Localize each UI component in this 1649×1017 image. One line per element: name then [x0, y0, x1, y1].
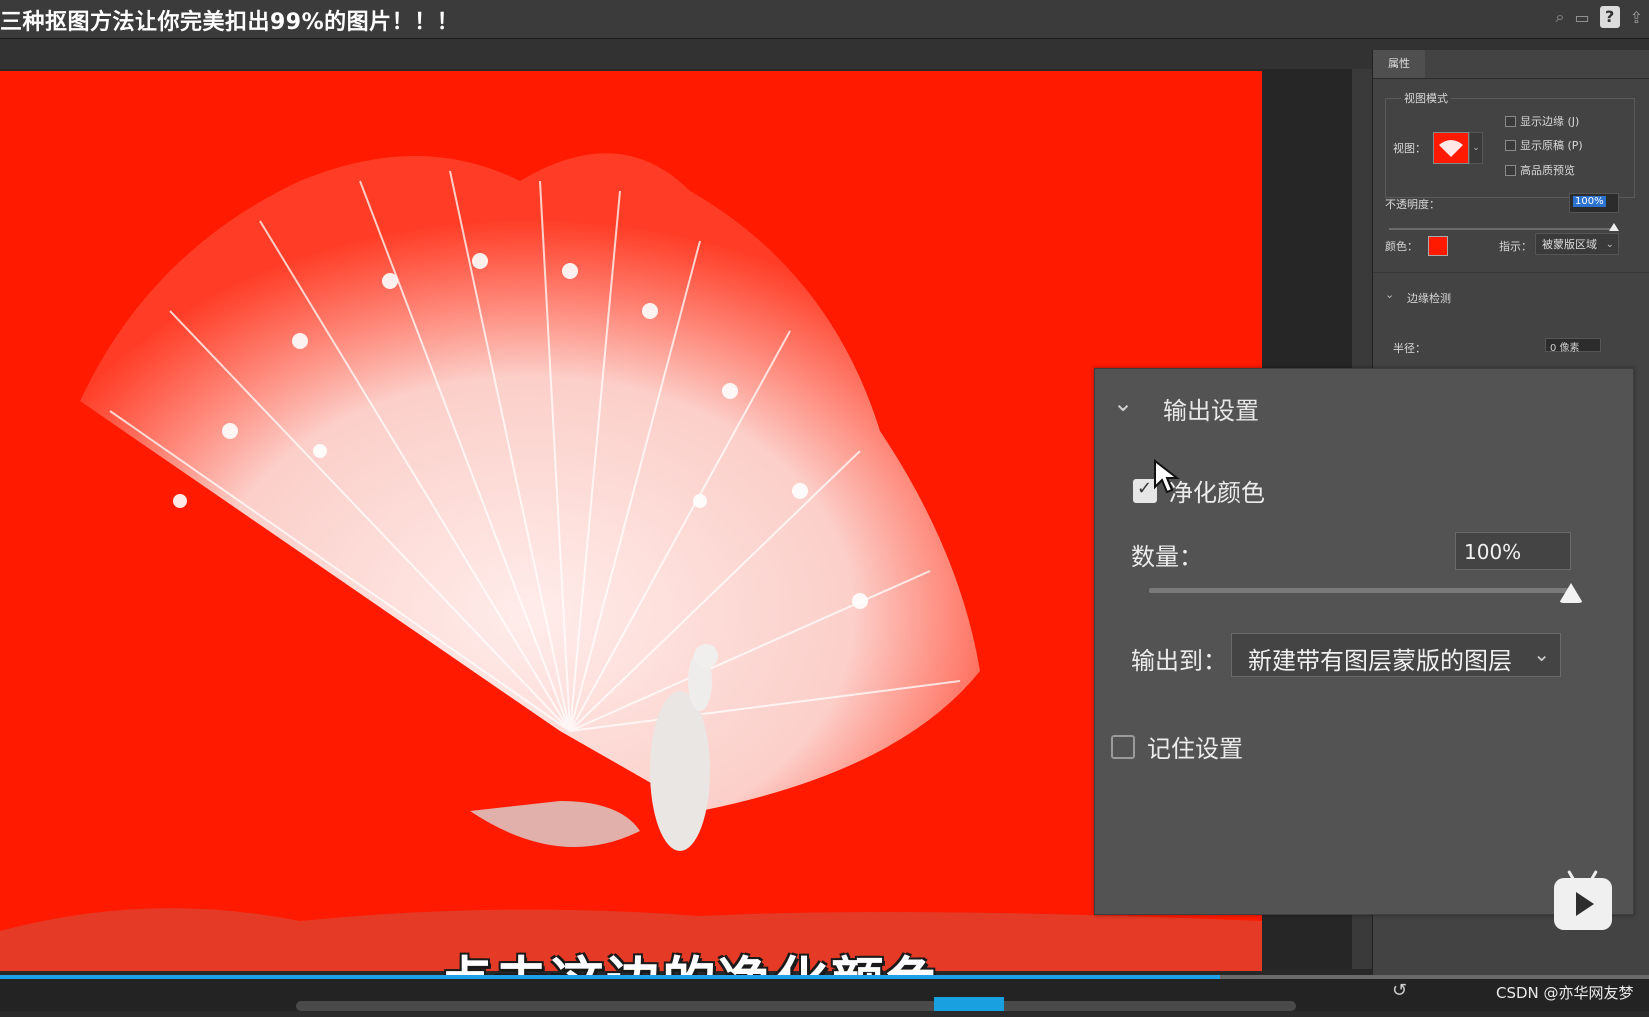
view-mode-label: 视图模式 — [1401, 90, 1451, 106]
radius-label: 半径： — [1393, 342, 1426, 355]
watermark: CSDN @亦华网友梦 — [1496, 984, 1634, 1002]
horizontal-scrollbar[interactable] — [296, 1001, 1296, 1011]
view-label: 视图： — [1393, 142, 1426, 155]
chevron-down-icon: ⌄ — [1605, 239, 1614, 250]
show-original-checkbox[interactable] — [1505, 140, 1516, 151]
output-settings-title: 输出设置 — [1163, 397, 1259, 425]
top-icons: ⌕ ▭ ? ⇪ — [1556, 6, 1643, 28]
show-edge-checkbox[interactable] — [1505, 116, 1516, 127]
opacity-value: 100% — [1573, 196, 1606, 207]
opacity-input[interactable]: 100% — [1569, 193, 1619, 213]
hq-preview-label: 高品质预览 — [1520, 164, 1575, 177]
chevron-down-icon[interactable]: ⌄ — [1113, 389, 1133, 417]
chevron-down-icon: ⌄ — [1533, 642, 1550, 666]
cursor-icon — [1154, 459, 1180, 494]
remember-label[interactable]: 记住设置 — [1147, 729, 1243, 764]
amount-slider-knob[interactable] — [1559, 583, 1583, 603]
play-icon[interactable] — [1554, 870, 1612, 930]
peacock-image — [0, 153, 1262, 971]
show-original-label: 显示原稿 (P) — [1520, 139, 1583, 152]
video-title: 三种抠图方法让你完美扣出99%的图片！！！ — [0, 10, 460, 35]
color-label: 颜色： — [1385, 240, 1418, 253]
tab-divider — [1373, 78, 1649, 79]
chevron-down-icon[interactable]: ⌄ — [1385, 288, 1394, 301]
output-to-select[interactable]: 新建带有图层蒙版的图层 ⌄ — [1231, 633, 1561, 677]
indicate-value: 被蒙版区域 — [1542, 238, 1597, 251]
remember-checkbox[interactable] — [1111, 735, 1135, 759]
opacity-slider-knob[interactable] — [1609, 223, 1619, 231]
chevron-down-icon[interactable]: ⌄ — [1469, 132, 1483, 164]
undo-icon[interactable]: ↺ — [1392, 980, 1407, 1001]
edge-detect-label[interactable]: 边缘检测 — [1407, 290, 1451, 306]
active-indicator — [934, 997, 1004, 1011]
hq-preview-checkbox[interactable] — [1505, 165, 1516, 176]
amount-slider-track[interactable] — [1149, 588, 1569, 593]
workspace-icon[interactable]: ▭ — [1574, 8, 1589, 27]
output-to-value: 新建带有图层蒙版的图层 — [1248, 647, 1512, 675]
decontaminate-label[interactable]: 净化颜色 — [1169, 473, 1265, 508]
amount-label: 数量： — [1131, 543, 1203, 571]
share-icon[interactable]: ⇪ — [1630, 8, 1643, 27]
search-icon[interactable]: ⌕ — [1556, 7, 1565, 27]
title-bar: 三种抠图方法让你完美扣出99%的图片！！！ ⌕ ▭ ? ⇪ — [0, 0, 1649, 39]
opacity-label: 不透明度： — [1385, 198, 1440, 211]
document-canvas[interactable] — [0, 71, 1262, 971]
indicate-label: 指示： — [1499, 240, 1532, 253]
view-thumbnail[interactable] — [1433, 132, 1469, 164]
radius-input[interactable]: 0 像素 — [1545, 338, 1601, 354]
opacity-slider-track[interactable] — [1389, 228, 1615, 230]
show-edge-label: 显示边缘 (J) — [1520, 115, 1580, 128]
play-triangle — [1576, 892, 1594, 916]
tab-properties[interactable]: 属性 — [1373, 50, 1425, 78]
amount-input[interactable]: 100% — [1455, 532, 1571, 570]
help-icon[interactable]: ? — [1599, 6, 1620, 28]
section-divider — [1373, 272, 1649, 273]
indicate-select[interactable]: 被蒙版区域 ⌄ — [1535, 233, 1619, 255]
output-settings-panel: ⌄ 输出设置 ✓ 净化颜色 数量： 100% 输出到： 新建带有图层蒙版的图层 … — [1094, 368, 1634, 915]
checkmark-icon: ✓ — [1137, 478, 1153, 499]
output-to-label: 输出到： — [1131, 647, 1227, 675]
color-swatch[interactable] — [1428, 236, 1448, 256]
